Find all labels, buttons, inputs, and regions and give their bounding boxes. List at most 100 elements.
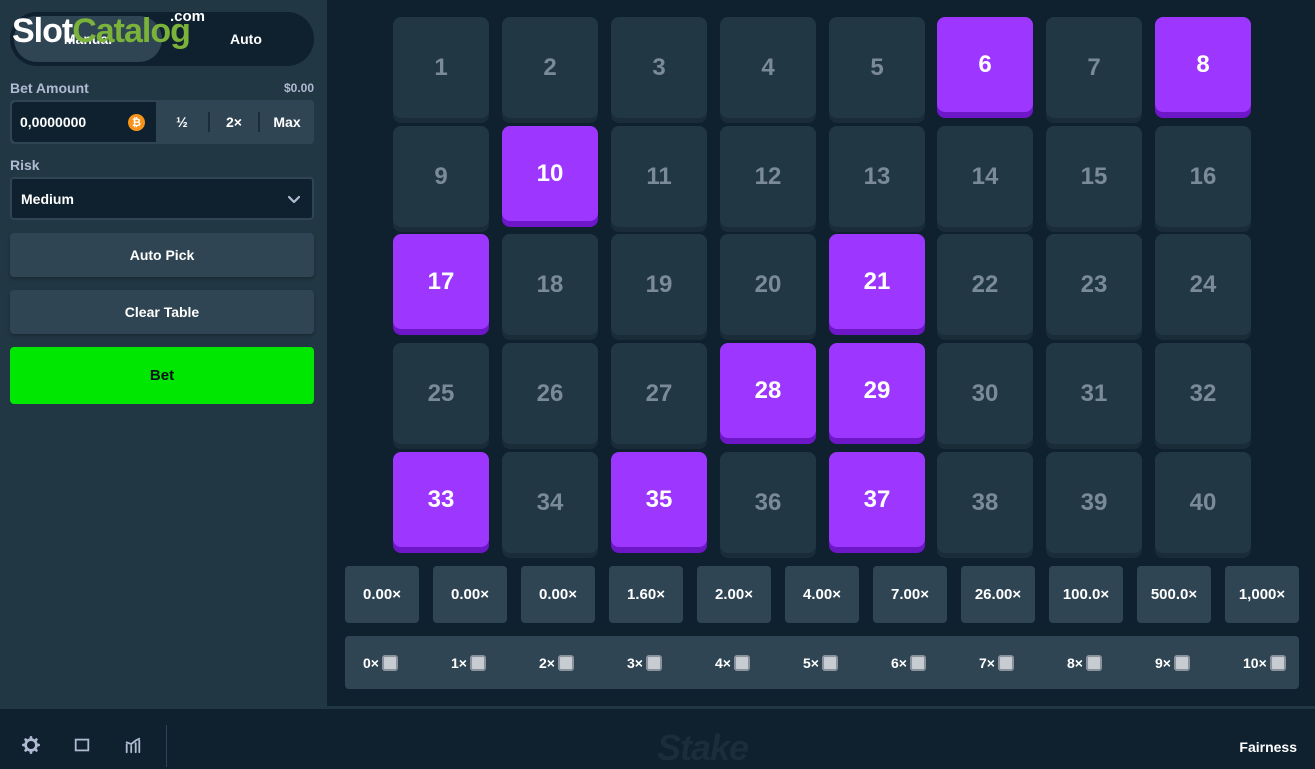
stats-chart-icon[interactable]	[124, 736, 142, 754]
keno-tile[interactable]: 15	[1046, 126, 1142, 227]
theatre-mode-icon[interactable]	[73, 736, 91, 754]
hit-count-label: 7×	[979, 654, 995, 671]
keno-tile[interactable]: 30	[937, 343, 1033, 444]
keno-tile[interactable]: 27	[611, 343, 707, 444]
keno-tile[interactable]: 34	[502, 452, 598, 553]
gear-icon[interactable]	[22, 736, 40, 754]
keno-tile[interactable]: 2	[502, 17, 598, 118]
bet-amount-value: 0,0000000	[20, 114, 87, 130]
keno-tile[interactable]: 24	[1155, 234, 1251, 335]
keno-tile[interactable]: 13	[829, 126, 925, 227]
keno-tile[interactable]: 25	[393, 343, 489, 444]
hit-count: 7×	[979, 636, 1014, 689]
keno-tile[interactable]: 35	[611, 452, 707, 547]
keno-tile[interactable]: 31	[1046, 343, 1142, 444]
gem-icon	[469, 654, 486, 671]
stake-logo: Stake	[657, 727, 749, 768]
auto-pick-button[interactable]: Auto Pick	[10, 233, 314, 277]
keno-tile[interactable]: 29	[829, 343, 925, 438]
keno-tile[interactable]: 21	[829, 234, 925, 329]
payout-multiplier: 1.60×	[609, 566, 683, 623]
half-bet-button[interactable]: ½	[156, 102, 208, 142]
hit-count-label: 2×	[539, 654, 555, 671]
watermark-part-1: Slot	[12, 12, 73, 50]
keno-tile[interactable]: 16	[1155, 126, 1251, 227]
gem-icon	[1173, 654, 1190, 671]
payout-multiplier: 500.0×	[1137, 566, 1211, 623]
keno-tile[interactable]: 39	[1046, 452, 1142, 553]
hit-count: 9×	[1155, 636, 1190, 689]
gem-icon	[1085, 654, 1102, 671]
keno-tile[interactable]: 10	[502, 126, 598, 221]
payout-multiplier: 0.00×	[521, 566, 595, 623]
chevron-down-icon	[287, 195, 301, 204]
keno-tile[interactable]: 3	[611, 17, 707, 118]
double-bet-button[interactable]: 2×	[210, 102, 258, 142]
hit-count-label: 4×	[715, 654, 731, 671]
clear-table-button[interactable]: Clear Table	[10, 290, 314, 334]
hit-count: 8×	[1067, 636, 1102, 689]
payout-multiplier: 0.00×	[433, 566, 507, 623]
gem-icon	[645, 654, 662, 671]
payout-multiplier: 4.00×	[785, 566, 859, 623]
keno-tile[interactable]: 32	[1155, 343, 1251, 444]
keno-tile[interactable]: 19	[611, 234, 707, 335]
hit-count: 0×	[363, 636, 398, 689]
hit-count-label: 5×	[803, 654, 819, 671]
keno-tile[interactable]: 18	[502, 234, 598, 335]
gem-icon	[909, 654, 926, 671]
hit-count: 3×	[627, 636, 662, 689]
bet-sidebar: Manual Auto SlotCatalog .com Bet Amount $…	[0, 0, 327, 706]
keno-tile[interactable]: 11	[611, 126, 707, 227]
bet-amount-label: Bet Amount	[10, 80, 89, 96]
payout-multiplier: 1,000×	[1225, 566, 1299, 623]
keno-tile[interactable]: 23	[1046, 234, 1142, 335]
gem-icon	[557, 654, 574, 671]
keno-tile[interactable]: 38	[937, 452, 1033, 553]
divider	[166, 725, 167, 767]
hit-count-label: 9×	[1155, 654, 1171, 671]
max-bet-button[interactable]: Max	[260, 102, 314, 142]
hit-count: 1×	[451, 636, 486, 689]
fairness-link[interactable]: Fairness	[1239, 739, 1297, 755]
bet-amount-input[interactable]: 0,0000000 ₿	[12, 102, 156, 142]
keno-tile[interactable]: 37	[829, 452, 925, 547]
keno-tile[interactable]: 20	[720, 234, 816, 335]
gem-icon	[733, 654, 750, 671]
keno-tile[interactable]: 22	[937, 234, 1033, 335]
keno-tile[interactable]: 26	[502, 343, 598, 444]
watermark-part-3: .com	[170, 8, 206, 25]
bet-button[interactable]: Bet	[10, 347, 314, 404]
keno-tile[interactable]: 6	[937, 17, 1033, 112]
keno-tile[interactable]: 40	[1155, 452, 1251, 553]
hit-count: 5×	[803, 636, 838, 689]
gem-icon	[821, 654, 838, 671]
gem-icon	[997, 654, 1014, 671]
hit-count-label: 8×	[1067, 654, 1083, 671]
keno-tile[interactable]: 8	[1155, 17, 1251, 112]
keno-tile[interactable]: 4	[720, 17, 816, 118]
keno-tile[interactable]: 5	[829, 17, 925, 118]
keno-tile[interactable]: 14	[937, 126, 1033, 227]
footer: Stake Fairness	[0, 706, 1315, 769]
keno-tile[interactable]: 33	[393, 452, 489, 547]
keno-tile[interactable]: 36	[720, 452, 816, 553]
keno-tile[interactable]: 7	[1046, 17, 1142, 118]
keno-tile[interactable]: 28	[720, 343, 816, 438]
hit-count: 4×	[715, 636, 750, 689]
hit-count: 2×	[539, 636, 574, 689]
keno-tile[interactable]: 9	[393, 126, 489, 227]
risk-label: Risk	[10, 157, 40, 173]
risk-select[interactable]: Medium	[10, 177, 314, 220]
payout-multiplier: 0.00×	[345, 566, 419, 623]
hit-count-label: 10×	[1243, 654, 1267, 671]
keno-tile[interactable]: 12	[720, 126, 816, 227]
risk-selected-value: Medium	[21, 190, 74, 207]
gem-icon	[1269, 654, 1286, 671]
keno-tile[interactable]: 17	[393, 234, 489, 329]
hit-count-label: 6×	[891, 654, 907, 671]
hit-count-label: 3×	[627, 654, 643, 671]
slotcatalog-watermark: SlotCatalog .com	[12, 9, 205, 50]
keno-tile[interactable]: 1	[393, 17, 489, 118]
payout-multiplier: 100.0×	[1049, 566, 1123, 623]
